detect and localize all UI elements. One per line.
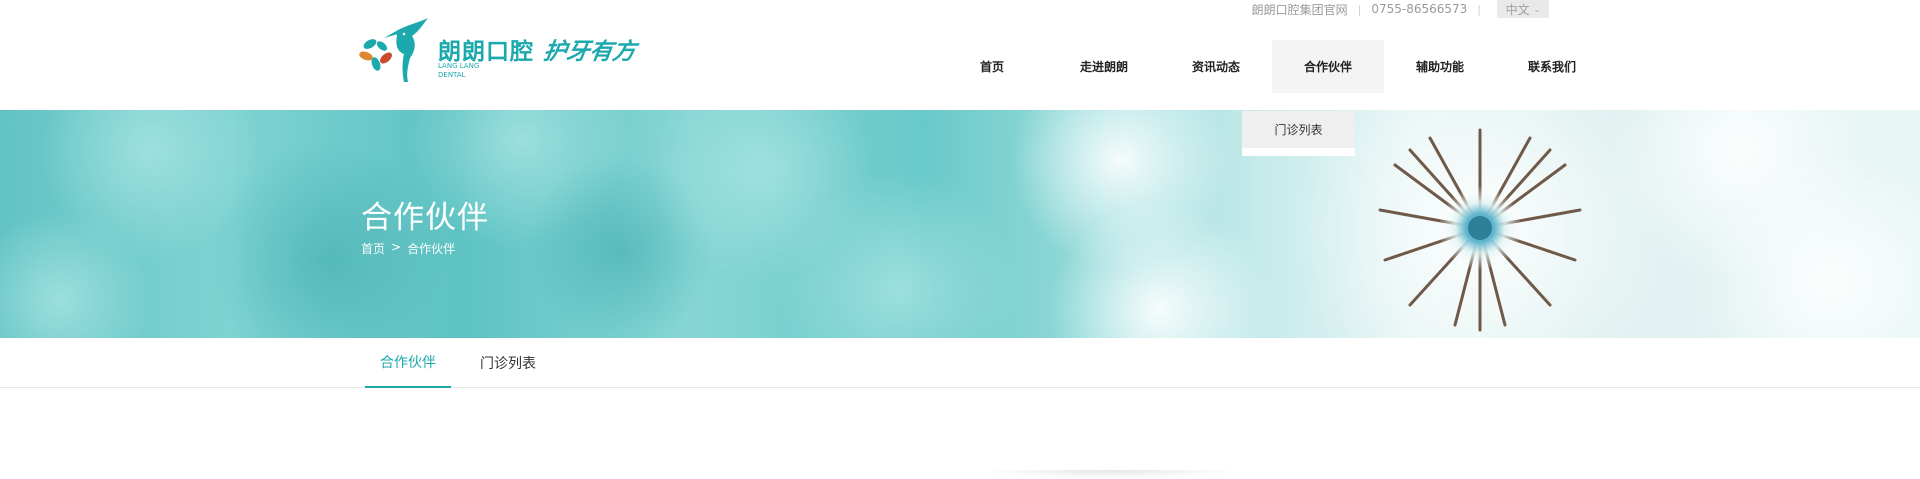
content-card-shadow (980, 470, 1240, 479)
logo-english-line1: LANG LANG (438, 62, 480, 70)
nav-item-partners[interactable]: 合作伙伴 (1272, 40, 1384, 93)
nav-item-contact[interactable]: 联系我们 (1496, 40, 1608, 93)
nav-item-accessibility[interactable]: 辅助功能 (1384, 40, 1496, 93)
partners-dropdown-menu: 门诊列表 (1242, 111, 1355, 156)
page-banner: 合作伙伴 首页 > 合作伙伴 (0, 110, 1920, 338)
logo-slogan: 护牙有方 (541, 39, 638, 65)
dropdown-item-clinic-list[interactable]: 门诊列表 (1242, 111, 1355, 148)
site-logo[interactable]: 朗朗口腔 LANG LANG DENTAL 护牙有方 (358, 18, 638, 84)
tab-clinic-list[interactable]: 门诊列表 (465, 338, 551, 388)
breadcrumb: 首页 > 合作伙伴 (361, 240, 455, 257)
sub-tabs: 合作伙伴 门诊列表 (0, 338, 1920, 388)
logo-english-line2: DENTAL (438, 71, 466, 79)
main-nav: 首页 走进朗朗 资讯动态 合作伙伴 辅助功能 联系我们 (936, 40, 1608, 93)
page-title: 合作伙伴 (361, 200, 489, 236)
site-header: 朗朗口腔 LANG LANG DENTAL 护牙有方 首页 走进朗朗 资讯动态 … (0, 0, 1920, 110)
breadcrumb-separator: > (391, 240, 402, 254)
nav-item-home[interactable]: 首页 (936, 40, 1048, 93)
nav-item-about[interactable]: 走进朗朗 (1048, 40, 1160, 93)
nav-item-news[interactable]: 资讯动态 (1160, 40, 1272, 93)
logo-english-name: LANG LANG DENTAL (438, 62, 479, 80)
logo-chinese-name: 朗朗口腔 (438, 39, 534, 65)
breadcrumb-home-link[interactable]: 首页 (361, 240, 385, 257)
breadcrumb-current: 合作伙伴 (407, 242, 456, 256)
dandelion-banner-image (0, 110, 1920, 338)
hummingbird-logo-icon (359, 18, 428, 82)
tab-partners[interactable]: 合作伙伴 (365, 338, 451, 388)
